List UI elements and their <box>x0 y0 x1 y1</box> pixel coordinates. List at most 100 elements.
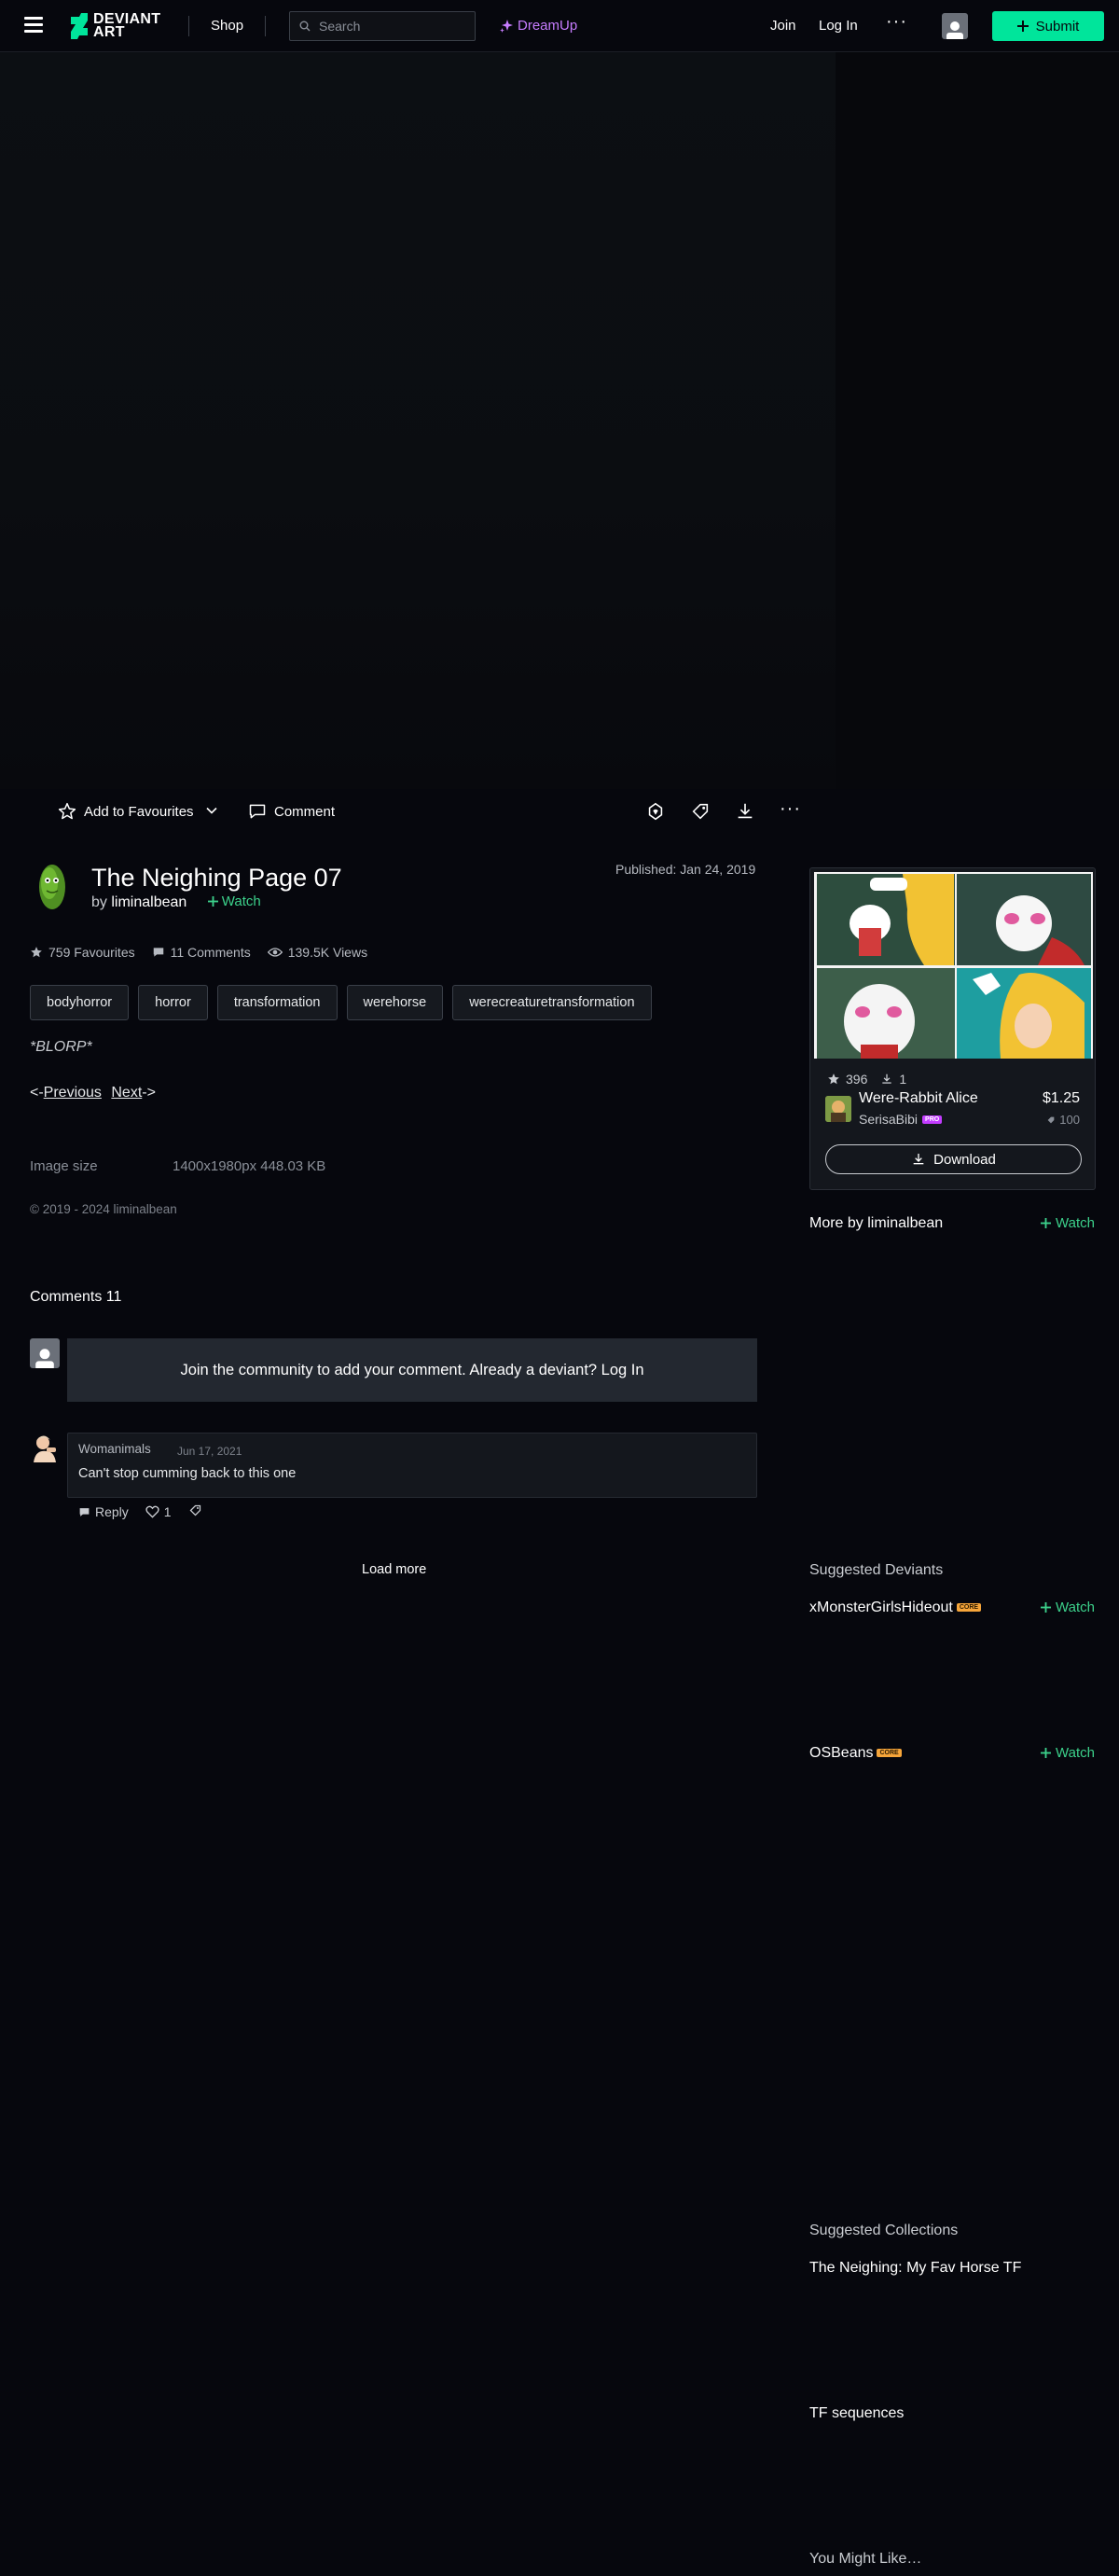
you-might-like-heading: You Might Like… <box>809 2551 922 2567</box>
comments-count: 11 Comments <box>170 945 251 960</box>
user-avatar-icon[interactable] <box>942 13 968 39</box>
menu-icon[interactable] <box>24 17 43 34</box>
more-actions-icon[interactable]: ··· <box>780 798 801 820</box>
eye-icon <box>267 948 283 957</box>
reply-label: Reply <box>95 1504 129 1519</box>
submit-button[interactable]: Submit <box>992 11 1104 41</box>
premium-gallery-card[interactable]: 396 1 Were-Rabbit Alice SerisaBibi PRO $… <box>809 867 1096 1190</box>
hero-side-panel <box>836 52 1119 789</box>
deviation-stats: 759 Favourites 11 Comments 139.5K Views <box>30 945 367 960</box>
deviantart-logo-icon <box>71 13 88 39</box>
tag-list: bodyhorror horror transformation werehor… <box>30 985 652 1020</box>
dreamup-label: DreamUp <box>518 18 578 34</box>
card-thumbnail-image <box>814 872 1093 1059</box>
author-avatar[interactable] <box>30 860 75 912</box>
favourites-count: 759 Favourites <box>48 945 135 960</box>
next-link[interactable]: Next <box>111 1085 142 1101</box>
comments-heading: Comments 11 <box>30 1289 122 1305</box>
tag-item[interactable]: werehorse <box>346 985 444 1020</box>
deviation-image[interactable] <box>0 52 836 789</box>
comment-icon <box>249 804 266 819</box>
suggested-deviant-item[interactable]: OSBeans CORE <box>809 1745 902 1762</box>
load-more-button[interactable]: Load more <box>362 1562 426 1577</box>
card-user-avatar <box>825 1096 851 1122</box>
like-button[interactable]: 1 <box>145 1504 172 1519</box>
more-options-icon[interactable]: ··· <box>886 11 907 33</box>
card-favourites-count: 396 <box>846 1072 868 1087</box>
shop-link[interactable]: Shop <box>211 18 243 34</box>
join-to-comment-box[interactable]: Join the community to add your comment. … <box>67 1338 757 1402</box>
divider <box>188 16 189 36</box>
card-downloads-count: 1 <box>899 1072 907 1087</box>
submit-label: Submit <box>1035 18 1080 35</box>
add-to-favourites-button[interactable]: Add to Favourites <box>58 802 194 821</box>
login-link[interactable]: Log In <box>819 18 858 34</box>
join-link[interactable]: Join <box>770 18 796 34</box>
star-icon <box>828 1073 839 1085</box>
download-button[interactable] <box>735 801 755 826</box>
dreamup-link[interactable]: DreamUp <box>500 18 577 34</box>
plus-icon <box>1016 21 1029 32</box>
plus-icon <box>1041 1218 1051 1228</box>
tag-item[interactable]: horror <box>138 985 208 1020</box>
search-input[interactable]: Search <box>289 11 476 41</box>
card-user[interactable]: SerisaBibi PRO <box>859 1112 943 1127</box>
gift-badge-button[interactable] <box>645 801 666 826</box>
give-points-button[interactable] <box>690 801 711 826</box>
favourites-stat: 759 Favourites <box>30 945 135 960</box>
comments-stat: 11 Comments <box>152 945 251 960</box>
commenter-avatar[interactable] <box>30 1431 62 1462</box>
copyright-notice: © 2019 - 2024 liminalbean <box>30 1202 177 1216</box>
collection-link[interactable]: TF sequences <box>809 2405 904 2422</box>
download-icon <box>882 1073 892 1084</box>
views-stat: 139.5K Views <box>267 945 367 960</box>
watch-label: Watch <box>221 893 261 909</box>
comment-button[interactable]: Comment <box>248 802 335 821</box>
star-icon <box>31 947 42 958</box>
comment-actions: Reply 1 <box>78 1503 202 1520</box>
watch-author-button[interactable]: Watch <box>207 893 261 909</box>
comment-text: Can't stop cumming back to this one <box>78 1466 297 1481</box>
deviantart-logo[interactable]: DEVIANT ART <box>69 12 168 40</box>
reply-button[interactable]: Reply <box>78 1504 129 1519</box>
card-title[interactable]: Were-Rabbit Alice <box>859 1090 978 1107</box>
card-price: $1.25 <box>1042 1090 1080 1106</box>
watch-deviant-button[interactable]: Watch <box>1041 1600 1095 1615</box>
image-size-value: 1400x1980px 448.03 KB <box>173 1158 326 1174</box>
guest-avatar-icon <box>30 1338 60 1368</box>
comment-label: Comment <box>274 803 336 820</box>
heart-icon <box>145 1505 159 1518</box>
collection-link[interactable]: The Neighing: My Fav Horse TF <box>809 2260 1021 2277</box>
deviation-description: *BLORP* <box>30 1039 92 1055</box>
star-icon <box>58 802 76 820</box>
more-by-heading[interactable]: More by liminalbean <box>809 1215 943 1232</box>
give-points-comment-button[interactable] <box>188 1503 202 1520</box>
plus-icon <box>1041 1602 1051 1613</box>
tag-item[interactable]: transformation <box>216 985 338 1020</box>
logo-text-art: ART <box>93 24 125 40</box>
person-icon <box>35 1349 54 1368</box>
search-icon <box>299 21 311 32</box>
tag-item[interactable]: werecreaturetransformation <box>452 985 652 1020</box>
chevron-down-icon <box>206 807 217 814</box>
watch-label: Watch <box>1056 1745 1095 1761</box>
tag-item[interactable]: bodyhorror <box>30 985 130 1020</box>
tag-points-icon <box>692 803 709 820</box>
logo-wordmark: DEVIANT ART <box>93 12 168 40</box>
core-badge: CORE <box>956 1603 982 1613</box>
search-placeholder: Search <box>319 19 361 34</box>
watch-author-sidebar-button[interactable]: Watch <box>1041 1215 1095 1231</box>
watch-deviant-button[interactable]: Watch <box>1041 1745 1095 1761</box>
previous-link[interactable]: Previous <box>44 1085 102 1101</box>
comment-card <box>67 1433 757 1498</box>
collections-dropdown-button[interactable] <box>205 804 218 822</box>
card-points-value: 100 <box>1059 1113 1080 1127</box>
suggested-deviants-heading: Suggested Deviants <box>809 1562 944 1578</box>
card-points: 100 <box>1046 1113 1080 1127</box>
plus-icon <box>1041 1748 1051 1758</box>
author-byline: by liminalbean Watch <box>91 893 261 911</box>
author-link[interactable]: liminalbean <box>111 894 186 910</box>
comment-author[interactable]: Womanimals <box>78 1442 151 1456</box>
suggested-deviant-item[interactable]: xMonsterGirlsHideout CORE <box>809 1600 982 1616</box>
card-download-button[interactable]: Download <box>825 1144 1082 1174</box>
